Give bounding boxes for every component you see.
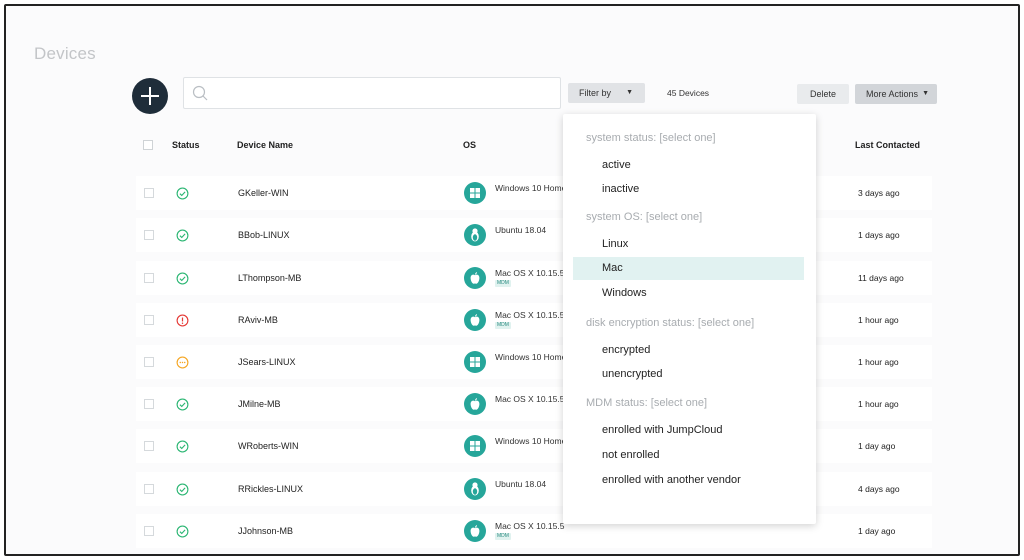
device-name[interactable]: RAviv-MB	[238, 315, 278, 325]
device-name[interactable]: RRickles-LINUX	[238, 484, 303, 494]
status-ok-icon	[176, 483, 189, 496]
add-device-button[interactable]	[132, 78, 168, 114]
disk-encryption-heading: disk encryption status: [select one]	[586, 317, 755, 329]
status-ok-icon	[176, 398, 189, 411]
last-contacted: 1 hour ago	[858, 357, 899, 367]
os-name: Windows 10 Home	[495, 352, 567, 362]
caret-down-icon: ▼	[626, 89, 633, 96]
more-actions-label: More Actions	[866, 89, 919, 99]
os-name: Ubuntu 18.04	[495, 225, 547, 235]
windows-icon	[464, 182, 486, 204]
app-window: Devices Filter by ▼ 45 Devices Delete Mo…	[4, 4, 1020, 556]
row-checkbox[interactable]	[144, 357, 154, 367]
device-name[interactable]: WRoberts-WIN	[238, 441, 299, 451]
windows-icon	[464, 351, 486, 373]
device-name[interactable]: LThompson-MB	[238, 273, 301, 283]
windows-icon	[464, 435, 486, 457]
device-name[interactable]: JJohnson-MB	[238, 526, 293, 536]
row-checkbox[interactable]	[144, 526, 154, 536]
os-name: Ubuntu 18.04	[495, 479, 547, 489]
last-contacted: 1 day ago	[858, 526, 896, 536]
apple-icon	[464, 309, 486, 331]
filter-dropdown-menu: system status: [select one] active inact…	[563, 114, 816, 524]
status-ok-icon	[176, 525, 189, 538]
mdm-badge: MDM	[495, 280, 511, 287]
filter-by-label: Filter by	[579, 88, 612, 98]
mdm-badge: MDM	[495, 533, 511, 540]
apple-icon	[464, 393, 486, 415]
os-name: Mac OS X 10.15.5	[495, 521, 565, 531]
row-checkbox[interactable]	[144, 399, 154, 409]
last-contacted: 1 day ago	[858, 441, 896, 451]
filter-option-inactive[interactable]: inactive	[573, 178, 804, 201]
filter-option-windows[interactable]: Windows	[573, 282, 804, 305]
system-os-heading: system OS: [select one]	[586, 211, 703, 223]
last-contacted: 1 hour ago	[858, 399, 899, 409]
mdm-badge: MDM	[495, 322, 511, 329]
filter-option-encrypted[interactable]: encrypted	[573, 339, 804, 362]
filter-option-another-vendor[interactable]: enrolled with another vendor	[573, 469, 804, 492]
status-warning-icon	[176, 356, 189, 369]
delete-button[interactable]: Delete	[797, 84, 849, 104]
status-ok-icon	[176, 440, 189, 453]
os-name: Windows 10 Home	[495, 183, 567, 193]
status-error-icon	[176, 314, 189, 327]
mdm-status-heading: MDM status: [select one]	[586, 397, 708, 409]
page-title: Devices	[34, 44, 96, 63]
row-checkbox[interactable]	[144, 441, 154, 451]
table-header: Status Device Name OS Last Contacted	[6, 138, 1018, 154]
linux-icon	[464, 224, 486, 246]
device-name[interactable]: BBob-LINUX	[238, 230, 290, 240]
filter-option-not-enrolled[interactable]: not enrolled	[573, 444, 804, 467]
apple-icon	[464, 520, 486, 542]
row-checkbox[interactable]	[144, 315, 154, 325]
last-contacted-column-header[interactable]: Last Contacted	[855, 140, 920, 150]
filter-option-linux[interactable]: Linux	[573, 233, 804, 256]
status-ok-icon	[176, 229, 189, 242]
last-contacted: 1 hour ago	[858, 315, 899, 325]
os-name: Mac OS X 10.15.5	[495, 310, 565, 320]
last-contacted: 11 days ago	[858, 273, 904, 283]
row-checkbox[interactable]	[144, 273, 154, 283]
os-name: Mac OS X 10.15.5	[495, 268, 565, 278]
row-checkbox[interactable]	[144, 188, 154, 198]
more-actions-button[interactable]: More Actions ▼	[855, 84, 937, 104]
apple-icon	[464, 267, 486, 289]
os-name: Mac OS X 10.15.5	[495, 394, 565, 404]
status-column-header[interactable]: Status	[172, 140, 200, 150]
filter-option-active[interactable]: active	[573, 154, 804, 177]
select-all-checkbox[interactable]	[143, 140, 153, 150]
device-name[interactable]: JMilne-MB	[238, 399, 281, 409]
os-column-header[interactable]: OS	[463, 140, 476, 150]
row-checkbox[interactable]	[144, 484, 154, 494]
filter-by-button[interactable]: Filter by ▼	[568, 83, 645, 103]
last-contacted: 4 days ago	[858, 484, 900, 494]
device-count: 45 Devices	[667, 88, 710, 98]
status-ok-icon	[176, 272, 189, 285]
last-contacted: 3 days ago	[858, 188, 900, 198]
filter-option-enrolled-jumpcloud[interactable]: enrolled with JumpCloud	[573, 419, 804, 442]
device-name-column-header[interactable]: Device Name	[237, 140, 293, 150]
search-input[interactable]	[183, 77, 561, 109]
caret-down-icon: ▼	[922, 90, 929, 97]
os-name: Windows 10 Home	[495, 436, 567, 446]
linux-icon	[464, 478, 486, 500]
search-icon	[192, 85, 208, 101]
device-name[interactable]: JSears-LINUX	[238, 357, 296, 367]
filter-option-unencrypted[interactable]: unencrypted	[573, 363, 804, 386]
status-ok-icon	[176, 187, 189, 200]
row-checkbox[interactable]	[144, 230, 154, 240]
filter-option-mac[interactable]: Mac	[573, 257, 804, 280]
last-contacted: 1 days ago	[858, 230, 900, 240]
device-name[interactable]: GKeller-WIN	[238, 188, 289, 198]
system-status-heading: system status: [select one]	[586, 132, 716, 144]
